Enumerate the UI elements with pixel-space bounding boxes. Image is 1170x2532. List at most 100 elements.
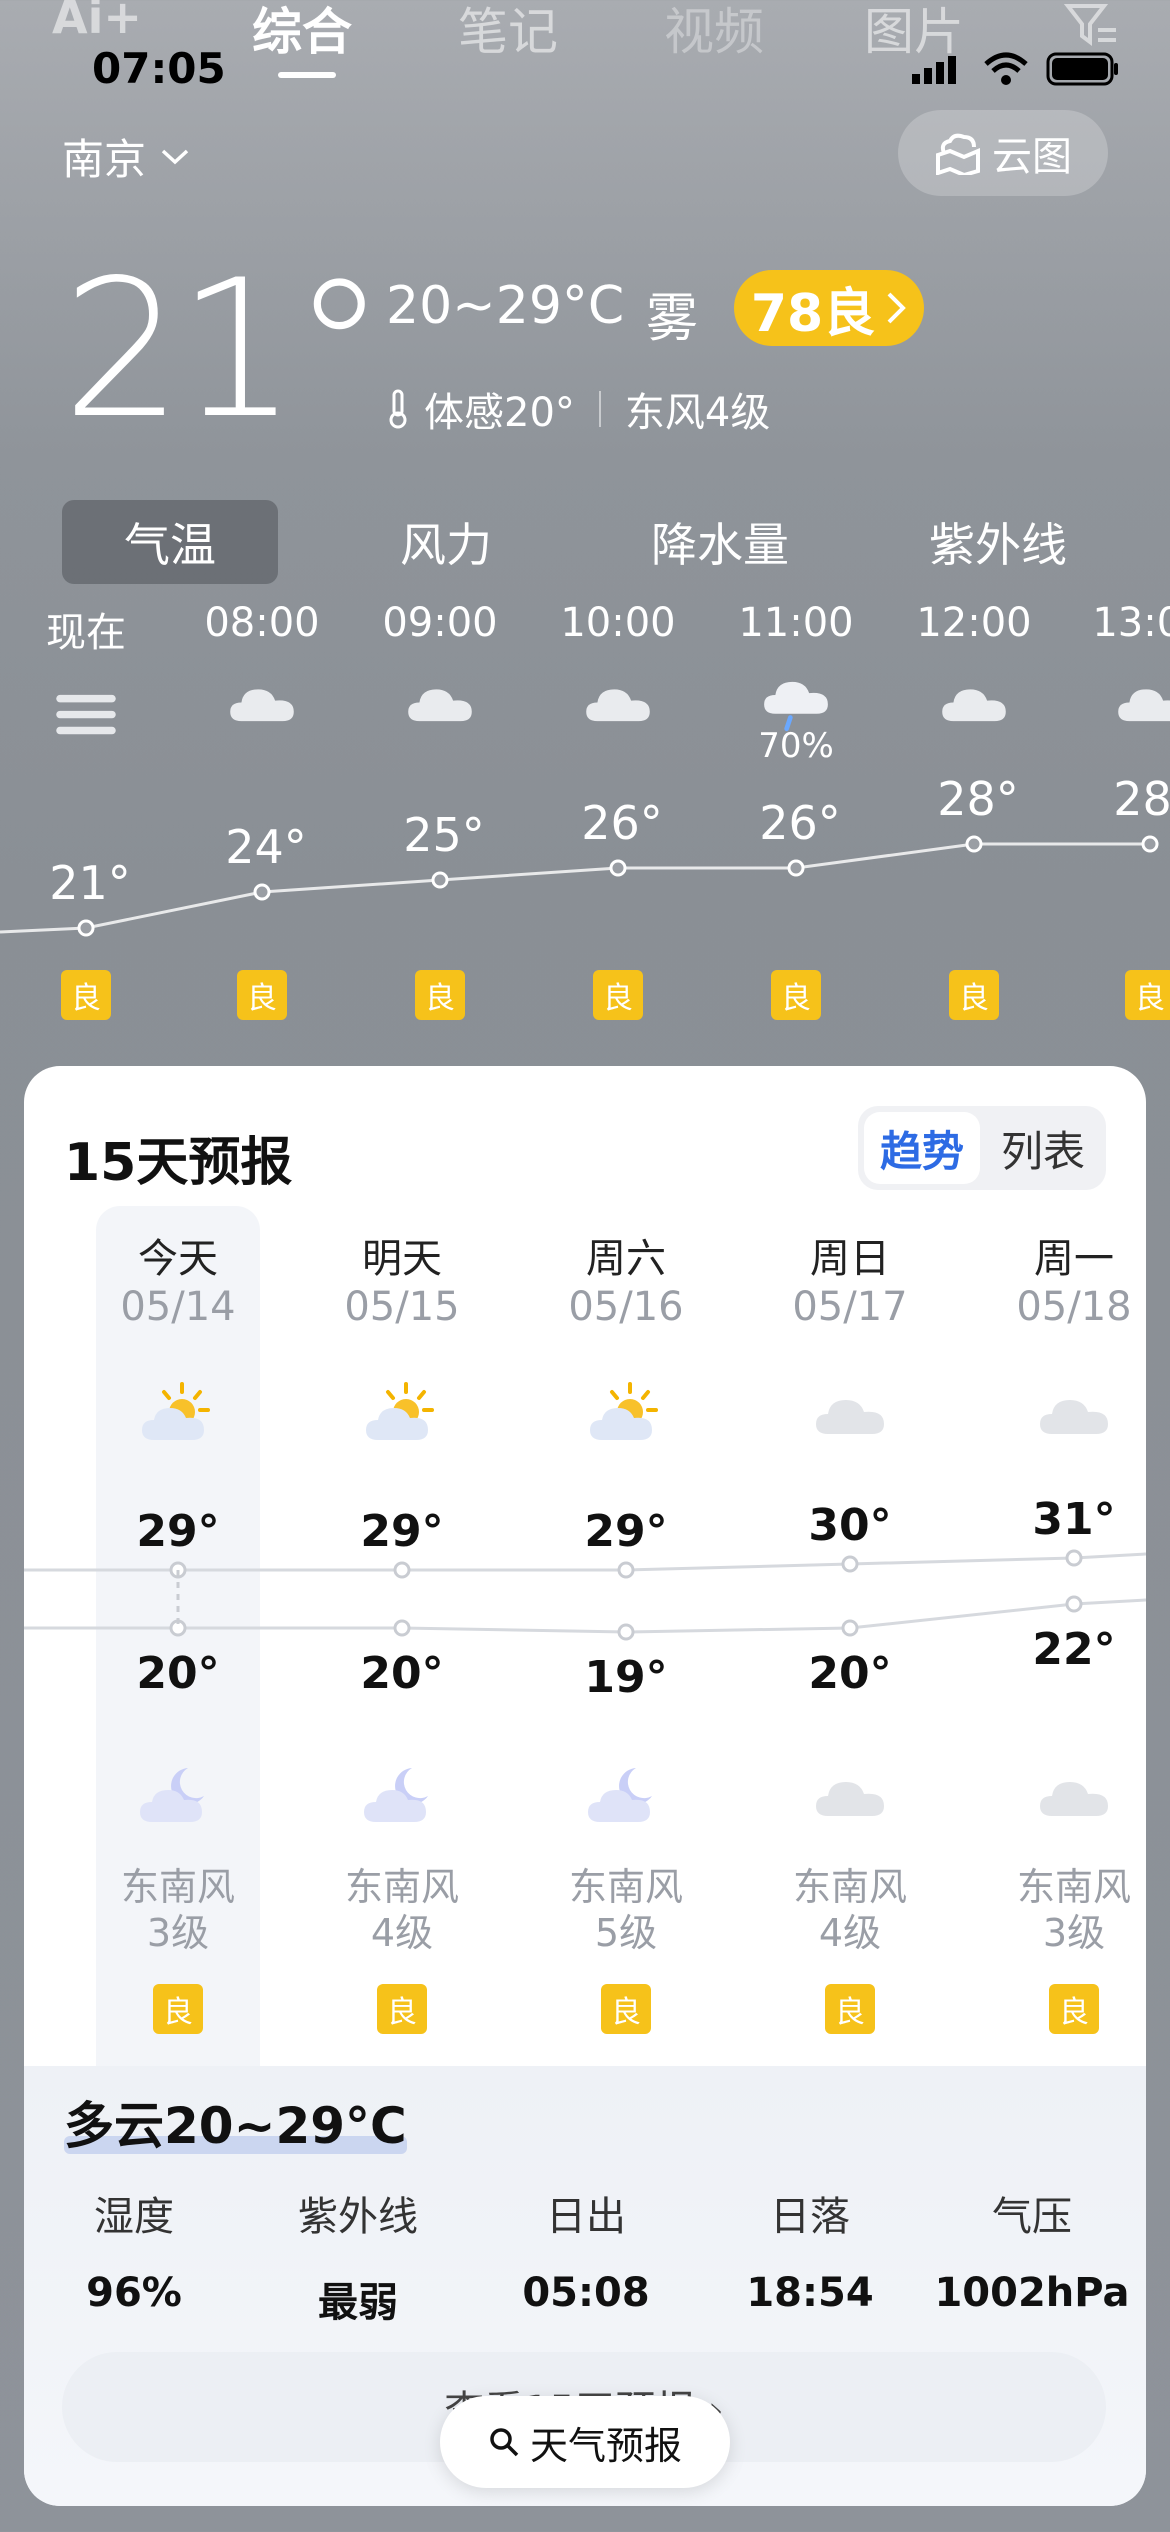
- chevron-down-icon: [161, 149, 189, 164]
- low-temp-line-point: [617, 1623, 635, 1641]
- day-low-temp: 19°: [584, 1652, 668, 1703]
- weather-forecast-button[interactable]: 天气预报: [440, 2396, 730, 2488]
- stat-value: 05:08: [522, 2270, 650, 2316]
- stat-item: 日落 18:54: [710, 2184, 910, 2316]
- hourly-item[interactable]: 09:00: [370, 600, 510, 770]
- wind-level: 3级: [146, 1911, 210, 1955]
- hourly-item[interactable]: 现在: [16, 600, 156, 770]
- aqi-badge: 良: [949, 970, 999, 1020]
- chevron-right-icon: [887, 292, 907, 324]
- stat-value: 18:54: [746, 2270, 874, 2316]
- wind-level: 3级: [1042, 1911, 1106, 1955]
- rain-cloud-icon: 70%: [726, 660, 866, 770]
- signal-icon: [912, 56, 956, 84]
- day-name: 明天: [362, 1236, 442, 1282]
- day-name: 周一: [1034, 1236, 1114, 1282]
- hourly-time: 11:00: [738, 600, 854, 646]
- day-wind: 东南风 4级: [322, 1864, 482, 1956]
- stat-label: 湿度: [94, 2194, 174, 2240]
- day-date: 05/15: [344, 1284, 460, 1330]
- low-temp-line-point: [393, 1619, 411, 1637]
- day-high-temp: 30°: [808, 1500, 892, 1551]
- day-low-temp: 20°: [808, 1648, 892, 1699]
- cloud-icon: [370, 660, 510, 770]
- aqi-badge: 良: [601, 1984, 651, 2034]
- tab-temperature[interactable]: 气温: [62, 500, 278, 584]
- moon-cloud-icon: [98, 1756, 258, 1836]
- temp-point: [787, 859, 805, 877]
- cloud-icon: [994, 1772, 1146, 1820]
- low-temp-line-point: [1065, 1595, 1083, 1613]
- aqi-badge: 良: [61, 970, 111, 1020]
- temp-point: [253, 883, 271, 901]
- hourly-item[interactable]: 13:00: [1080, 600, 1170, 770]
- day-wind: 东南风 5级: [546, 1864, 706, 1956]
- hourly-item[interactable]: 12:00: [904, 600, 1044, 770]
- aqi-value: 78良: [750, 283, 876, 344]
- wifi-icon: [984, 52, 1028, 85]
- aqi-badge: 良: [237, 970, 287, 1020]
- hourly-item[interactable]: 11:00 70%: [726, 600, 866, 770]
- cloud-map-button[interactable]: 云图: [898, 110, 1108, 196]
- tab-notes[interactable]: 笔记: [458, 0, 558, 64]
- weather-forecast-label: 天气预报: [529, 2423, 682, 2468]
- hourly-item[interactable]: 10:00: [548, 600, 688, 770]
- low-temp-line-point: [841, 1619, 859, 1637]
- hourly-time: 现在: [46, 610, 126, 656]
- tab-uv[interactable]: 紫外线: [890, 500, 1106, 584]
- cloud-icon: [770, 1390, 930, 1438]
- stat-item: 气压 1002hPa: [932, 2184, 1132, 2316]
- stat-value: 1002hPa: [934, 2270, 1130, 2316]
- map-icon: [936, 133, 980, 175]
- hourly-time: 09:00: [382, 600, 498, 646]
- temp-point: [431, 871, 449, 889]
- fog-icon: [16, 660, 156, 770]
- day-high-temp: 29°: [136, 1506, 220, 1557]
- tab-precipitation[interactable]: 降水量: [612, 500, 828, 584]
- aqi-badge[interactable]: 78良: [734, 270, 924, 346]
- cloud-icon: [548, 660, 688, 770]
- summary-title: 多云20~29°C: [64, 2086, 407, 2158]
- day-name: 周六: [586, 1236, 666, 1282]
- active-tab-indicator: [278, 72, 336, 78]
- low-temp-line: [24, 1598, 1146, 1634]
- hourly-temp: 28°: [1113, 772, 1170, 826]
- day-date: 05/14: [120, 1284, 236, 1330]
- day-date: 05/17: [792, 1284, 908, 1330]
- hourly-time: 10:00: [560, 600, 676, 646]
- day-low-temp: 20°: [360, 1648, 444, 1699]
- stat-value: 96%: [86, 2270, 182, 2316]
- current-temperature: 21°: [62, 239, 387, 460]
- aqi-badge: 良: [593, 970, 643, 1020]
- search-icon: [490, 2428, 519, 2457]
- hourly-time: 12:00: [916, 600, 1032, 646]
- moon-cloud-icon: [546, 1756, 706, 1836]
- temp-point: [965, 835, 983, 853]
- filter-icon[interactable]: [1064, 2, 1120, 48]
- stat-item: 日出 05:08: [486, 2184, 686, 2316]
- tab-video[interactable]: 视频: [664, 0, 764, 64]
- current-condition: 雾: [646, 289, 699, 349]
- battery-icon: [1046, 52, 1118, 86]
- sun-cloud-icon: [322, 1376, 482, 1456]
- temp-point: [609, 859, 627, 877]
- day-name: 周日: [810, 1236, 890, 1282]
- current-wind: 东风4级: [624, 390, 771, 436]
- tab-wind[interactable]: 风力: [338, 500, 554, 584]
- hourly-forecast[interactable]: 现在 21° 良 08:00 24° 良 09:00 25° 良 10:00 26° 良 11:00 70…: [0, 600, 1170, 1030]
- city-selector[interactable]: 南京: [62, 126, 190, 187]
- wind-direction: 东南风: [1016, 1865, 1131, 1909]
- stat-label: 日落: [770, 2194, 850, 2240]
- day-date: 05/18: [1016, 1284, 1132, 1330]
- ai-logo[interactable]: Ai+: [52, 0, 142, 44]
- precip-probability: 70%: [758, 726, 834, 767]
- temp-line: [0, 842, 1150, 934]
- day-wind: 东南风 3级: [98, 1864, 258, 1956]
- hourly-item[interactable]: 08:00: [192, 600, 332, 770]
- sun-cloud-icon: [546, 1376, 706, 1456]
- day-high-temp: 31°: [1032, 1494, 1116, 1545]
- tab-overview[interactable]: 综合: [252, 0, 352, 64]
- day-wind: 东南风 3级: [994, 1864, 1146, 1956]
- hourly-time: 08:00: [204, 600, 320, 646]
- stat-item: 湿度 96%: [34, 2184, 234, 2316]
